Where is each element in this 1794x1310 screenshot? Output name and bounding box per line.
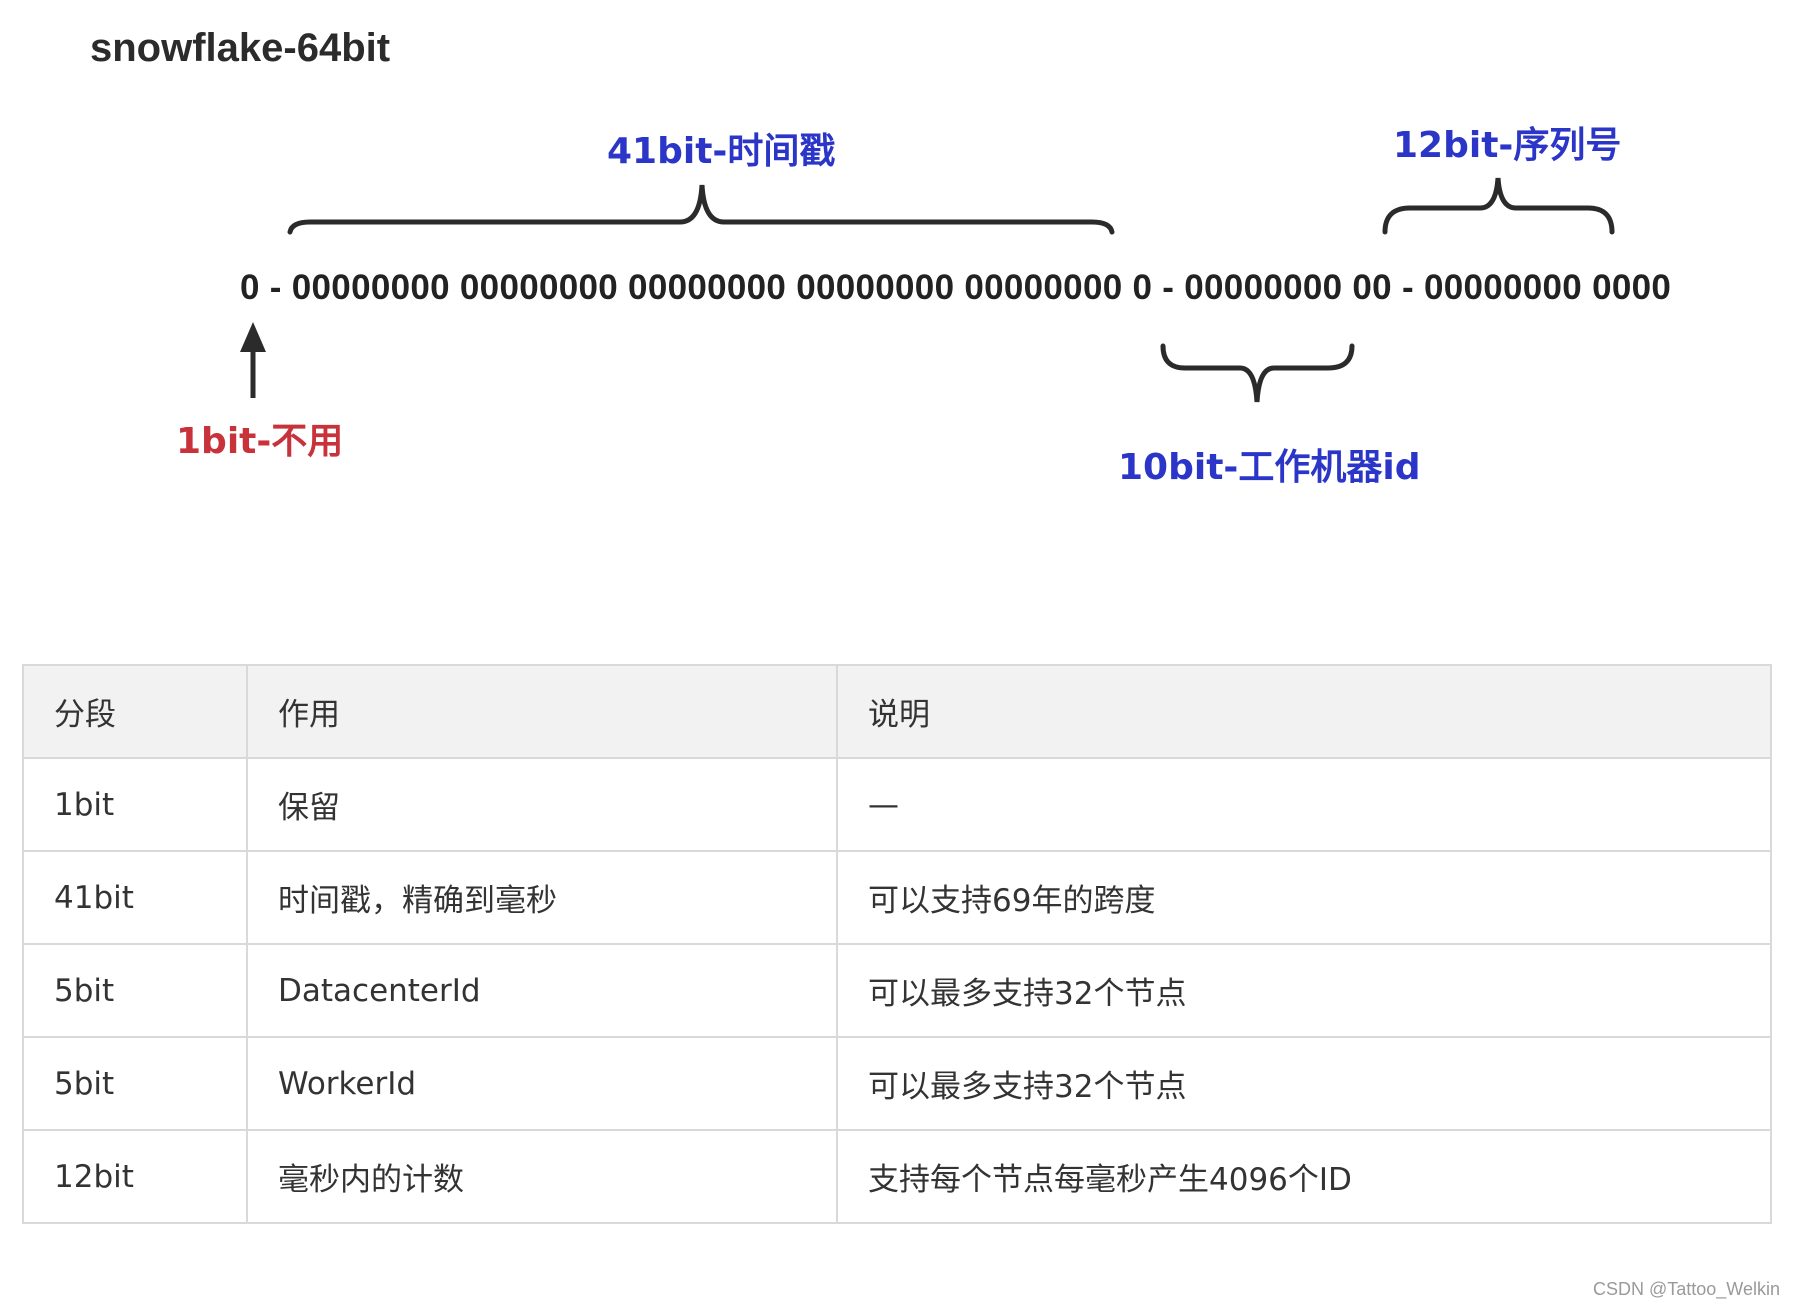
worker-label: 10bit-工作机器id xyxy=(1118,447,1421,488)
cell-segment: 5bit xyxy=(22,1036,248,1131)
cell-segment: 1bit xyxy=(22,757,248,852)
header-description: 说明 xyxy=(836,664,1772,759)
cell-description: 可以最多支持32个节点 xyxy=(836,1036,1772,1131)
cell-segment: 12bit xyxy=(22,1129,248,1224)
worker-brace xyxy=(1160,343,1355,403)
cell-description: 可以支持69年的跨度 xyxy=(836,850,1772,945)
cell-purpose: 毫秒内的计数 xyxy=(246,1129,838,1224)
cell-purpose: 时间戳，精确到毫秒 xyxy=(246,850,838,945)
header-segment: 分段 xyxy=(22,664,248,759)
timestamp-brace xyxy=(287,184,1115,235)
table-header-row: 分段 作用 说明 xyxy=(22,664,1772,759)
watermark: CSDN @Tattoo_Welkin xyxy=(1592,1279,1780,1299)
table-row: 12bit 毫秒内的计数 支持每个节点每毫秒产生4096个ID xyxy=(22,1129,1772,1224)
cell-purpose: WorkerId xyxy=(246,1036,838,1131)
cell-segment: 5bit xyxy=(22,943,248,1038)
cell-segment: 41bit xyxy=(22,850,248,945)
cell-description: 可以最多支持32个节点 xyxy=(836,943,1772,1038)
cell-description: — xyxy=(836,757,1772,852)
segment-table: 分段 作用 说明 1bit 保留 — 41bit 时间戳，精确到毫秒 可以支持6… xyxy=(22,664,1772,1224)
unused-label: 1bit-不用 xyxy=(176,421,344,462)
table-row: 5bit WorkerId 可以最多支持32个节点 xyxy=(22,1036,1772,1131)
sequence-brace xyxy=(1382,177,1615,235)
table-row: 1bit 保留 — xyxy=(22,757,1772,852)
cell-description: 支持每个节点每毫秒产生4096个ID xyxy=(836,1129,1772,1224)
cell-purpose: 保留 xyxy=(246,757,838,852)
cell-purpose: DatacenterId xyxy=(246,943,838,1038)
table-row: 5bit DatacenterId 可以最多支持32个节点 xyxy=(22,943,1772,1038)
header-purpose: 作用 xyxy=(246,664,838,759)
table-row: 41bit 时间戳，精确到毫秒 可以支持69年的跨度 xyxy=(22,850,1772,945)
bit-layout: 0 - 00000000 00000000 00000000 00000000 … xyxy=(240,268,1672,307)
unused-arrow-head xyxy=(240,322,266,352)
